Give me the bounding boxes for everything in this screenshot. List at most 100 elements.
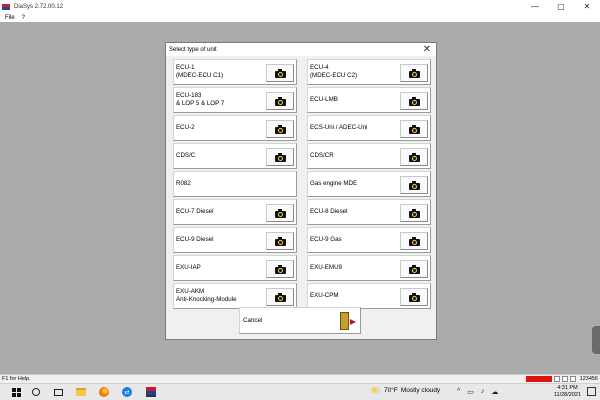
- unit-action-button[interactable]: [400, 148, 428, 166]
- unit-action-button[interactable]: [266, 288, 294, 306]
- unit-action-button[interactable]: [400, 260, 428, 278]
- unit-label: ECU-2: [176, 124, 195, 131]
- dialog-close-button[interactable]: ✕: [423, 44, 431, 55]
- unit-button[interactable]: CDS/CR: [307, 143, 431, 169]
- side-panel-handle[interactable]: [592, 326, 600, 354]
- select-unit-dialog: Select type of unit ✕ ECU-1 (MDEC-ECU C1…: [165, 42, 437, 340]
- network-icon[interactable]: ▭: [467, 388, 474, 396]
- taskbar-clock[interactable]: 4:31 PM 11/28/2021: [554, 385, 581, 399]
- unit-action-button[interactable]: [266, 148, 294, 166]
- unit-label: ECU-1 (MDEC-ECU C1): [176, 64, 224, 79]
- dialog-titlebar: Select type of unit: [166, 43, 436, 56]
- window-controls: — ▢ ✕: [522, 0, 600, 13]
- exit-door-icon: [340, 312, 356, 330]
- unit-label: R082: [176, 180, 191, 187]
- unit-action-button[interactable]: [400, 120, 428, 138]
- unit-action-button[interactable]: [400, 92, 428, 110]
- teamviewer-button[interactable]: ⇄: [122, 387, 132, 397]
- camera-icon: [408, 292, 420, 302]
- unit-button[interactable]: CDS/C: [173, 143, 297, 169]
- menu-help[interactable]: ?: [20, 15, 27, 21]
- unit-action-button[interactable]: [266, 232, 294, 250]
- unit-button[interactable]: EXU-CPM: [307, 283, 431, 309]
- status-right-area: 123456: [525, 376, 598, 382]
- app-title: DiaSys 2.72.00.12: [14, 3, 64, 10]
- task-view-button[interactable]: [53, 387, 63, 397]
- unit-button[interactable]: ECU-9 Diesel: [173, 227, 297, 253]
- windows-logo-icon: [11, 387, 21, 397]
- unit-button[interactable]: ECU-8 Diesel: [307, 199, 431, 225]
- app-titlebar: DiaSys 2.72.00.12 — ▢ ✕: [0, 0, 600, 13]
- unit-label: CDS/CR: [310, 152, 334, 159]
- camera-icon: [408, 124, 420, 134]
- unit-label: EXU-IAP: [176, 264, 201, 271]
- windows-taskbar: ⇄ 70°F Mostly cloudy ^ ▭ ♪ ☁ 4:31 PM 11/…: [0, 383, 600, 400]
- system-tray: ^ ▭ ♪ ☁: [457, 388, 498, 396]
- cancel-button[interactable]: Cancel: [239, 307, 361, 334]
- unit-label: CDS/C: [176, 152, 196, 159]
- status-help-text: F1 for Help.: [2, 376, 31, 382]
- minimize-button[interactable]: —: [522, 0, 548, 13]
- unit-button[interactable]: ECU-7 Diesel: [173, 199, 297, 225]
- unit-action-button[interactable]: [400, 204, 428, 222]
- status-indicator: [525, 376, 552, 382]
- unit-button[interactable]: ECU-183 & LOP 5 & LOP 7: [173, 87, 297, 113]
- unit-action-button[interactable]: [400, 232, 428, 250]
- window-close-button[interactable]: ✕: [574, 0, 600, 13]
- unit-action-button[interactable]: [266, 92, 294, 110]
- camera-icon: [408, 152, 420, 162]
- unit-button[interactable]: Gas engine MDE: [307, 171, 431, 197]
- unit-action-button[interactable]: [400, 64, 428, 82]
- unit-action-button[interactable]: [266, 120, 294, 138]
- unit-button[interactable]: ECU-LMB: [307, 87, 431, 113]
- camera-icon: [408, 208, 420, 218]
- partly-cloudy-icon: [371, 387, 381, 394]
- task-view-icon: [53, 388, 63, 396]
- volume-icon[interactable]: ♪: [481, 388, 485, 396]
- diasys-app-icon: [2, 3, 10, 10]
- menu-file[interactable]: File: [3, 15, 17, 21]
- unit-button[interactable]: ECU-9 Gas: [307, 227, 431, 253]
- unit-button[interactable]: EXU-AKM Anti-Knocking-Module: [173, 283, 297, 309]
- firefox-icon: [99, 387, 109, 397]
- start-button[interactable]: [11, 387, 21, 397]
- weather-temp: 70°F: [384, 387, 398, 394]
- unit-button[interactable]: EXU-EMU9: [307, 255, 431, 281]
- maximize-button[interactable]: ▢: [548, 0, 574, 13]
- weather-widget[interactable]: 70°F Mostly cloudy: [371, 387, 440, 394]
- unit-label: ECU-9 Gas: [310, 236, 342, 243]
- unit-button[interactable]: ECU-4 (MDEC-ECU C2): [307, 59, 431, 85]
- unit-label: Gas engine MDE: [310, 180, 358, 187]
- unit-action-button[interactable]: [266, 260, 294, 278]
- cancel-label: Cancel: [243, 316, 263, 324]
- unit-label: ECU-8 Diesel: [310, 208, 348, 215]
- camera-icon: [274, 236, 286, 246]
- firefox-button[interactable]: [99, 387, 109, 397]
- file-explorer-button[interactable]: [76, 387, 86, 397]
- unit-label: EXU-AKM Anti-Knocking-Module: [176, 288, 237, 303]
- unit-label: ECS-Uni / ADEC-Uni: [310, 124, 368, 131]
- unit-button[interactable]: EXU-IAP: [173, 255, 297, 281]
- onedrive-icon[interactable]: ☁: [491, 388, 498, 396]
- camera-icon: [274, 96, 286, 106]
- unit-button[interactable]: ECU-2: [173, 115, 297, 141]
- unit-action-button[interactable]: [400, 288, 428, 306]
- unit-label: EXU-EMU9: [310, 264, 342, 271]
- camera-icon: [408, 68, 420, 78]
- unit-button[interactable]: ECU-1 (MDEC-ECU C1): [173, 59, 297, 85]
- unit-label: ECU-4 (MDEC-ECU C2): [310, 64, 358, 79]
- unit-grid: ECU-1 (MDEC-ECU C1) ECU-4 (MDEC-ECU C2) EC…: [173, 59, 431, 309]
- search-button[interactable]: [31, 387, 41, 397]
- unit-action-button[interactable]: [266, 204, 294, 222]
- camera-icon: [408, 264, 420, 274]
- unit-button[interactable]: R082: [173, 171, 297, 197]
- tray-overflow-icon[interactable]: ^: [457, 388, 460, 396]
- camera-icon: [274, 152, 286, 162]
- unit-action-button[interactable]: [400, 176, 428, 194]
- unit-button[interactable]: ECS-Uni / ADEC-Uni: [307, 115, 431, 141]
- unit-action-button[interactable]: [266, 64, 294, 82]
- notification-icon[interactable]: [587, 387, 596, 396]
- unit-label: ECU-LMB: [310, 96, 338, 103]
- status-bar: F1 for Help. 123456: [0, 374, 600, 383]
- diasys-taskbar-button[interactable]: [146, 387, 156, 397]
